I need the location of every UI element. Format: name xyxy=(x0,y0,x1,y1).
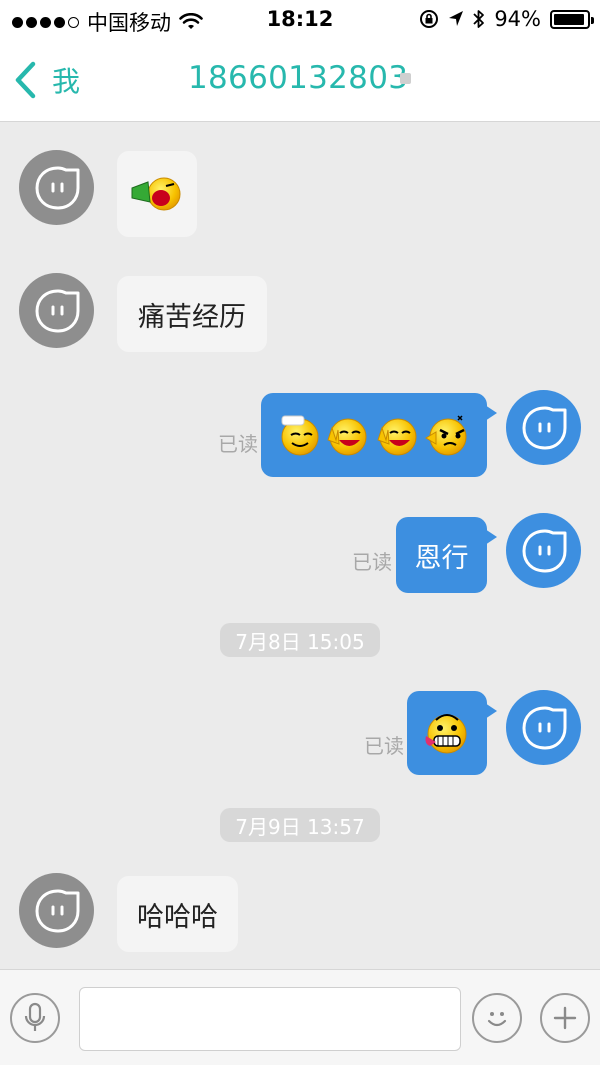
plus-icon xyxy=(553,1006,577,1030)
location-icon xyxy=(449,11,464,26)
read-receipt: 已读 xyxy=(352,550,392,574)
avatar-icon xyxy=(35,889,79,932)
smiley-icon xyxy=(487,1012,507,1027)
chat-area[interactable]: 痛苦经历 已读 已读 恩行 7月8日 15:05 已读 7月9日 13:57 哈… xyxy=(0,123,600,969)
timestamp: 7月9日 13:57 xyxy=(220,808,380,842)
message-text: 哈哈哈 xyxy=(137,901,218,933)
chevron-left-icon xyxy=(15,61,36,99)
status-bar: 中国移动 18:12 94% xyxy=(0,0,600,40)
nav-bar: 我 18660132803 xyxy=(0,40,600,122)
avatar-icon xyxy=(522,706,566,749)
bluetooth-icon xyxy=(473,10,485,28)
timestamp-text: 7月9日 13:57 xyxy=(235,814,365,839)
more-button[interactable] xyxy=(540,993,590,1043)
timestamp-text: 7月8日 15:05 xyxy=(235,629,365,654)
back-button[interactable]: 我 xyxy=(14,56,80,104)
voice-input-button[interactable] xyxy=(10,993,60,1043)
microphone-icon xyxy=(24,1002,46,1031)
contact-avatar[interactable] xyxy=(19,273,94,348)
battery-percent: 94% xyxy=(494,7,541,31)
read-receipt: 已读 xyxy=(218,432,258,456)
avatar-icon xyxy=(35,166,79,209)
avatar-icon xyxy=(35,289,79,332)
read-receipt: 已读 xyxy=(364,734,404,758)
contact-avatar[interactable] xyxy=(19,873,94,948)
back-label: 我 xyxy=(52,65,81,98)
input-bar xyxy=(0,969,600,1065)
angry-emoji-icon xyxy=(425,415,467,456)
message-bubble-incoming[interactable] xyxy=(117,151,197,237)
message-bubble-outgoing[interactable]: 恩行 xyxy=(396,517,497,593)
emoji-button[interactable] xyxy=(472,993,522,1043)
message-text: 恩行 xyxy=(414,542,469,574)
my-avatar[interactable] xyxy=(506,513,581,588)
my-avatar[interactable] xyxy=(506,390,581,465)
avatar-icon xyxy=(522,529,566,572)
message-text: 痛苦经历 xyxy=(138,301,246,333)
my-avatar[interactable] xyxy=(506,690,581,765)
avatar-icon xyxy=(522,406,566,449)
battery-icon xyxy=(550,9,594,29)
victory-emoji-icon xyxy=(377,418,417,456)
rotation-lock-icon xyxy=(420,10,439,28)
status-right: 94% xyxy=(419,7,594,31)
emoji-sequence-icon xyxy=(281,415,467,456)
message-bubble-incoming[interactable]: 痛苦经历 xyxy=(117,276,267,352)
page-title: 18660132803 xyxy=(188,60,409,96)
online-status-indicator xyxy=(400,73,411,84)
contact-avatar[interactable] xyxy=(19,150,94,225)
tongue-out-emoji-icon xyxy=(425,714,467,754)
message-bubble-outgoing[interactable] xyxy=(407,691,497,775)
message-bubble-outgoing[interactable] xyxy=(261,393,497,477)
message-input[interactable] xyxy=(79,987,461,1051)
message-bubble-incoming[interactable]: 哈哈哈 xyxy=(117,876,238,952)
battery-fill xyxy=(554,13,585,25)
horn-shouting-emoji-icon xyxy=(131,177,181,211)
shy-emoji-icon xyxy=(281,415,319,456)
timestamp: 7月8日 15:05 xyxy=(220,623,380,657)
victory-emoji-icon xyxy=(327,418,367,456)
